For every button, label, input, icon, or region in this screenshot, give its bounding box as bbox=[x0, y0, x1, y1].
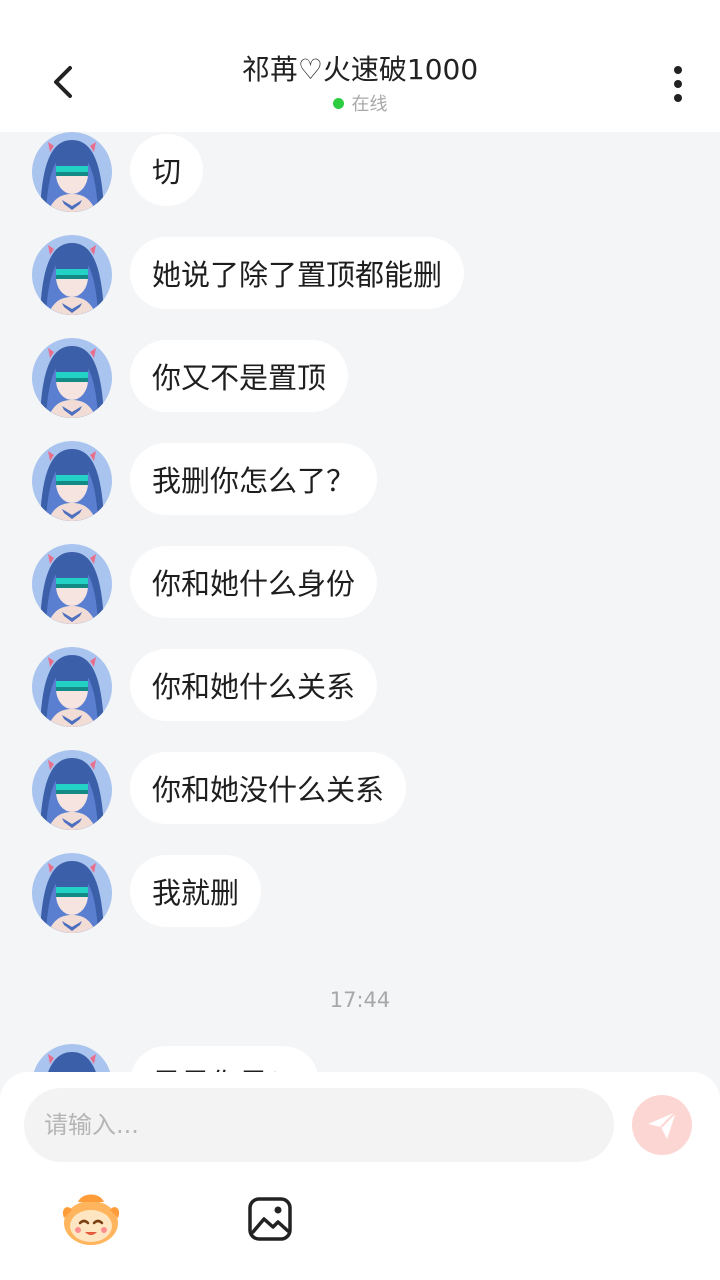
avatar[interactable] bbox=[32, 441, 112, 521]
message-bubble[interactable]: 你和她什么身份 bbox=[130, 546, 378, 618]
message-bubble[interactable]: 你和她什么关系 bbox=[130, 649, 378, 721]
avatar[interactable] bbox=[32, 235, 112, 315]
avatar[interactable] bbox=[32, 338, 112, 418]
message-bubble[interactable]: 我删你怎么了？ bbox=[130, 443, 378, 515]
message-bubble[interactable]: 你和她没什么关系 bbox=[130, 752, 407, 824]
online-status: 在线 bbox=[120, 90, 600, 116]
back-button[interactable] bbox=[40, 58, 88, 106]
chevron-left-icon bbox=[54, 66, 72, 98]
avatar[interactable] bbox=[32, 132, 112, 212]
online-dot-icon bbox=[332, 97, 344, 109]
chat-title: 祁苒♡火速破1000 bbox=[241, 53, 479, 86]
message-bubble[interactable]: 是是你是？ bbox=[130, 1046, 320, 1072]
emoji-face-icon bbox=[62, 1194, 120, 1245]
message-bubble[interactable]: 切 bbox=[130, 134, 204, 206]
emoji-button[interactable] bbox=[60, 1190, 122, 1248]
message-list[interactable]: 切 她说了除了置顶都能删 你又不是置顶 我删你怎么了？ 你和她什么身份 你和她什… bbox=[0, 132, 720, 1072]
avatar[interactable] bbox=[32, 544, 112, 624]
send-button[interactable] bbox=[632, 1095, 692, 1155]
message-bubble[interactable]: 你又不是置顶 bbox=[130, 340, 349, 412]
image-icon bbox=[248, 1197, 292, 1241]
more-vertical-icon bbox=[674, 66, 682, 102]
message-bubble[interactable]: 我就删 bbox=[130, 855, 262, 927]
status-label: 在线 bbox=[351, 94, 388, 115]
avatar[interactable] bbox=[32, 1044, 112, 1072]
avatar[interactable] bbox=[32, 647, 112, 727]
title-block: 祁苒♡火速破1000 在线 bbox=[120, 52, 600, 116]
composer-panel bbox=[0, 1072, 720, 1280]
message-input[interactable] bbox=[24, 1088, 614, 1162]
chat-header: 祁苒♡火速破1000 在线 bbox=[0, 0, 720, 132]
avatar[interactable] bbox=[32, 750, 112, 830]
image-button[interactable] bbox=[247, 1196, 293, 1242]
avatar[interactable] bbox=[32, 853, 112, 933]
more-options-button[interactable] bbox=[658, 60, 698, 108]
message-timestamp: 17:44 bbox=[329, 988, 391, 1012]
send-icon bbox=[648, 1111, 677, 1139]
message-bubble[interactable]: 她说了除了置顶都能删 bbox=[130, 237, 465, 309]
